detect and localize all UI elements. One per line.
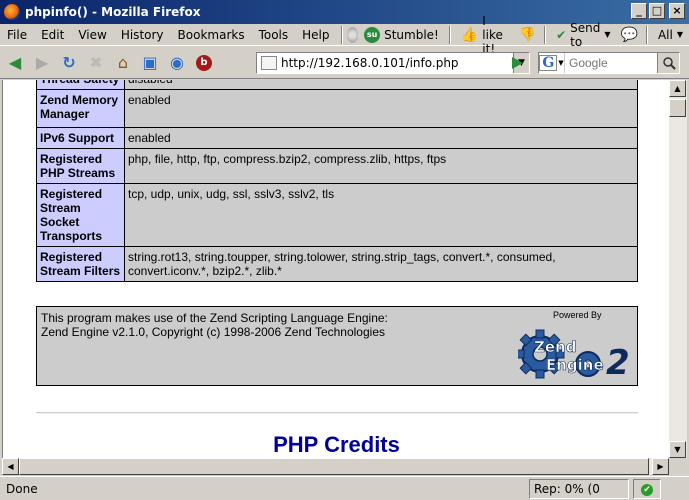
scroll-left-button[interactable]: ◀	[2, 458, 19, 475]
sendto-label: Send to	[570, 20, 601, 49]
row-label: Registered Stream Socket Transports	[36, 183, 125, 247]
menu-help[interactable]: Help	[295, 25, 336, 45]
go-button[interactable]	[507, 53, 527, 73]
zend-gear-icon: Zend Engine 2	[518, 329, 630, 383]
row-label: IPv6 Support	[36, 127, 125, 149]
gear-icon[interactable]	[346, 26, 359, 43]
menu-bookmarks[interactable]: Bookmarks	[171, 25, 252, 45]
table-row: Registered Stream Socket Transports tcp,…	[36, 183, 638, 247]
logo-number: 2	[606, 343, 630, 383]
menu-file[interactable]: File	[0, 25, 34, 45]
logo-word-1: Zend	[534, 338, 576, 356]
row-value: php, file, http, ftp, compress.bzip2, co…	[124, 148, 638, 184]
menu-tools[interactable]: Tools	[252, 25, 296, 45]
row-label: Registered Stream Filters	[36, 246, 125, 282]
speech-bubble-icon[interactable]: 💬	[617, 27, 642, 43]
sendto-button[interactable]: ✔ Send to ▼	[550, 21, 616, 49]
toolbar-separator	[448, 25, 451, 44]
table-row: Registered PHP Streams php, file, http, …	[36, 148, 638, 184]
status-bar: Done Rep: 0% (0 folks) ✔	[0, 476, 689, 500]
forward-button[interactable]: ▶	[30, 51, 54, 75]
all-label: All	[657, 27, 673, 42]
row-value: disabled	[124, 80, 638, 90]
url-text: http://192.168.0.101/info.php	[281, 56, 459, 70]
close-button[interactable]: ×	[669, 3, 685, 19]
thumbs-up-icon: 👍	[460, 26, 479, 43]
toolbar-separator	[340, 25, 343, 44]
page-content: Thread Safety disabled Zend Memory Manag…	[2, 80, 669, 458]
menu-history[interactable]: History	[114, 25, 171, 45]
chevron-down-icon: ▼	[676, 30, 683, 39]
table-row: Zend Memory Manager enabled	[36, 89, 638, 128]
window-title: phpinfo() - Mozilla Firefox	[25, 5, 201, 19]
table-row: Registered Stream Filters string.rot13, …	[36, 246, 638, 282]
horizontal-rule	[36, 412, 638, 414]
page-icon	[261, 56, 277, 70]
table-row: IPv6 Support enabled	[36, 127, 638, 149]
scrollbar-corner	[669, 458, 687, 475]
minimize-button[interactable]: _	[631, 3, 647, 19]
zend-engine-box: This program makes use of the Zend Scrip…	[36, 306, 638, 386]
search-engine-selector[interactable]: G ▼	[539, 53, 565, 73]
logo-word-2: Engine	[546, 356, 604, 374]
scroll-up-button[interactable]: ▲	[669, 80, 686, 97]
zend-engine-logo[interactable]: Powered By Zend Engine 2	[518, 308, 638, 384]
chevron-down-icon: ▼	[604, 30, 611, 39]
vertical-scrollbar[interactable]: ▲ ▼	[669, 80, 687, 458]
stumble-button[interactable]: su Stumble!	[358, 25, 445, 45]
menu-bar: File Edit View History Bookmarks Tools H…	[0, 14, 689, 56]
status-text: Done	[6, 482, 38, 496]
vertical-scroll-thumb[interactable]	[669, 99, 686, 117]
navigation-toolbar: ◀ ▶ ↻ ✖ ⌂ ▣ ◉ b http://192.168.0.101/inf…	[0, 47, 689, 79]
row-value: tcp, udp, unix, udg, ssl, sslv3, sslv2, …	[124, 183, 638, 247]
stop-button[interactable]: ✖	[84, 51, 108, 75]
thumbs-down-icon[interactable]: 👎	[515, 27, 540, 43]
row-label: Zend Memory Manager	[36, 89, 125, 128]
menu-edit[interactable]: Edit	[34, 25, 71, 45]
all-button[interactable]: All ▼	[652, 25, 689, 45]
eye-icon[interactable]: ◉	[165, 51, 189, 75]
scroll-down-button[interactable]: ▼	[669, 441, 686, 458]
firefox-icon	[4, 4, 20, 20]
checkmark-icon: ✔	[556, 27, 567, 42]
b-addon-icon[interactable]: b	[192, 51, 216, 75]
reload-button[interactable]: ↻	[57, 51, 81, 75]
back-button[interactable]: ◀	[3, 51, 27, 75]
stumble-label: Stumble!	[384, 27, 439, 42]
row-value: string.rot13, string.toupper, string.tol…	[124, 246, 638, 282]
row-label: Registered PHP Streams	[36, 148, 125, 184]
rep-status[interactable]: Rep: 0% (0 folks)	[529, 479, 629, 499]
horizontal-scroll-thumb[interactable]	[19, 458, 649, 475]
search-icon[interactable]	[657, 53, 679, 73]
google-icon: G	[539, 55, 558, 71]
menu-view[interactable]: View	[71, 25, 113, 45]
bookmark-page-icon[interactable]: ▣	[138, 51, 162, 75]
info-table: Thread Safety disabled Zend Memory Manag…	[36, 80, 638, 282]
ilike-button[interactable]: 👍 I like it!	[455, 14, 515, 56]
toolbar-separator	[645, 25, 648, 44]
row-value: enabled	[124, 89, 638, 128]
search-input[interactable]	[565, 56, 657, 70]
row-value: enabled	[124, 127, 638, 149]
horizontal-scrollbar[interactable]: ◀ ▶	[2, 458, 669, 475]
row-label: Thread Safety	[36, 80, 125, 90]
maximize-button[interactable]: □	[649, 3, 665, 19]
stumbleupon-icon: su	[364, 26, 381, 43]
home-button[interactable]: ⌂	[111, 51, 135, 75]
table-row: Thread Safety disabled	[36, 80, 638, 90]
scroll-right-button[interactable]: ▶	[652, 458, 669, 475]
credits-heading: PHP Credits	[273, 432, 400, 457]
search-box[interactable]: G ▼	[538, 52, 680, 74]
security-check-icon[interactable]: ✔	[633, 479, 661, 499]
address-bar[interactable]: http://192.168.0.101/info.php ▼	[256, 52, 530, 74]
toolbar-separator	[544, 25, 547, 44]
